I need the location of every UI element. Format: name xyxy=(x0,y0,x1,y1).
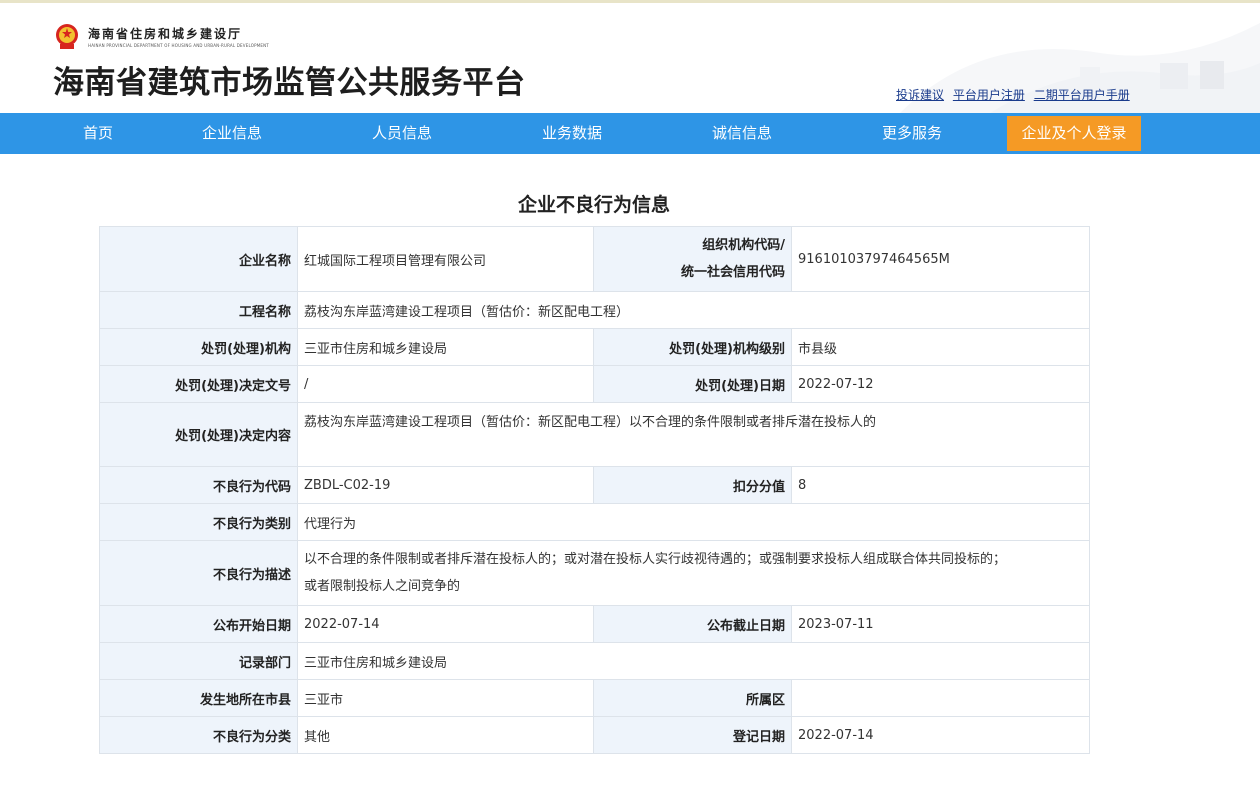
nav-enterprise-info[interactable]: 企业信息 xyxy=(188,113,276,154)
decision-content-label: 处罚(处理)决定内容 xyxy=(99,402,298,467)
nav-more-services[interactable]: 更多服务 xyxy=(868,113,956,154)
city-value: 三亚市 xyxy=(297,679,594,717)
site-header: 海南省住房和城乡建设厅 HAINAN PROVINCIAL DEPARTMENT… xyxy=(0,3,1260,113)
behavior-code-label: 不良行为代码 xyxy=(99,466,298,504)
project-name-label: 工程名称 xyxy=(99,291,298,329)
deduct-points-label: 扣分分值 xyxy=(593,466,792,504)
table-row: 工程名称 荔枝沟东岸蓝湾建设工程项目（暂估价：新区配电工程） xyxy=(99,291,1090,329)
table-row: 不良行为分类 其他 登记日期 2022-07-14 xyxy=(99,716,1090,754)
nav-business-data[interactable]: 业务数据 xyxy=(528,113,616,154)
nav-home[interactable]: 首页 xyxy=(70,113,126,154)
record-dept-value: 三亚市住房和城乡建设局 xyxy=(297,642,1090,680)
page-title: 企业不良行为信息 xyxy=(517,194,670,216)
record-dept-label: 记录部门 xyxy=(99,642,298,680)
user-register-link[interactable]: 平台用户注册 xyxy=(953,88,1025,102)
behavior-desc-line1: 以不合理的条件限制或者排斥潜在投标人的；或对潜在投标人实行歧视待遇的；或强制要求… xyxy=(304,552,1007,567)
punish-org-label: 处罚(处理)机构 xyxy=(99,328,298,366)
punish-date-label: 处罚(处理)日期 xyxy=(593,365,792,403)
publish-end-label: 公布截止日期 xyxy=(593,605,792,643)
department-name: 海南省住房和城乡建设厅 xyxy=(88,27,243,41)
table-row: 记录部门 三亚市住房和城乡建设局 xyxy=(99,642,1090,680)
behavior-code-value: ZBDL-C02-19 xyxy=(297,466,594,504)
register-date-value: 2022-07-14 xyxy=(791,716,1090,754)
org-code-label-line2: 统一社会信用代码 xyxy=(680,265,785,280)
punish-org-level-label: 处罚(处理)机构级别 xyxy=(593,328,792,366)
project-name-value: 荔枝沟东岸蓝湾建设工程项目（暂估价：新区配电工程） xyxy=(297,291,1090,329)
behavior-class-label: 不良行为分类 xyxy=(99,716,298,754)
org-code-label: 组织机构代码/ 统一社会信用代码 xyxy=(593,226,792,292)
decision-no-value: / xyxy=(297,365,594,403)
publish-start-value: 2022-07-14 xyxy=(297,605,594,643)
site-title: 海南省建筑市场监管公共服务平台 xyxy=(53,65,526,101)
punish-org-level-value: 市县级 xyxy=(791,328,1090,366)
table-row: 处罚(处理)机构 三亚市住房和城乡建设局 处罚(处理)机构级别 市县级 xyxy=(99,328,1090,366)
bad-behavior-table: 企业名称 红城国际工程项目管理有限公司 组织机构代码/ 统一社会信用代码 916… xyxy=(99,226,1090,754)
publish-start-label: 公布开始日期 xyxy=(99,605,298,643)
behavior-desc-line2: 或者限制投标人之间竞争的 xyxy=(304,579,461,594)
publish-end-value: 2023-07-11 xyxy=(791,605,1090,643)
user-manual-link[interactable]: 二期平台用户手册 xyxy=(1034,88,1130,102)
department-name-en: HAINAN PROVINCIAL DEPARTMENT OF HOUSING … xyxy=(88,43,269,48)
table-row: 处罚(处理)决定内容 荔枝沟东岸蓝湾建设工程项目（暂估价：新区配电工程）以不合理… xyxy=(99,402,1090,467)
behavior-desc-label: 不良行为描述 xyxy=(99,540,298,606)
complaint-link[interactable]: 投诉建议 xyxy=(896,88,944,102)
district-label: 所属区 xyxy=(593,679,792,717)
national-emblem-icon xyxy=(56,24,78,49)
punish-date-value: 2022-07-12 xyxy=(791,365,1090,403)
behavior-desc-value: 以不合理的条件限制或者排斥潜在投标人的；或对潜在投标人实行歧视待遇的；或强制要求… xyxy=(297,540,1090,606)
table-row: 企业名称 红城国际工程项目管理有限公司 组织机构代码/ 统一社会信用代码 916… xyxy=(99,226,1090,292)
header-links: 投诉建议 平台用户注册 二期平台用户手册 xyxy=(896,86,1135,103)
deduct-points-value: 8 xyxy=(791,466,1090,504)
main-nav: 首页 企业信息 人员信息 业务数据 诚信信息 更多服务 企业及个人登录 xyxy=(0,113,1260,154)
nav-credit-info[interactable]: 诚信信息 xyxy=(698,113,786,154)
org-code-label-line1: 组织机构代码/ xyxy=(702,238,785,253)
table-row: 发生地所在市县 三亚市 所属区 xyxy=(99,679,1090,717)
punish-org-value: 三亚市住房和城乡建设局 xyxy=(297,328,594,366)
register-date-label: 登记日期 xyxy=(593,716,792,754)
behavior-type-label: 不良行为类别 xyxy=(99,503,298,541)
company-name-label: 企业名称 xyxy=(99,226,298,292)
table-row: 不良行为代码 ZBDL-C02-19 扣分分值 8 xyxy=(99,466,1090,504)
decision-content-value: 荔枝沟东岸蓝湾建设工程项目（暂估价：新区配电工程）以不合理的条件限制或者排斥潜在… xyxy=(297,402,1090,467)
table-row: 不良行为描述 以不合理的条件限制或者排斥潜在投标人的；或对潜在投标人实行歧视待遇… xyxy=(99,540,1090,606)
org-code-value: 91610103797464565M xyxy=(791,226,1090,292)
login-button[interactable]: 企业及个人登录 xyxy=(1007,116,1141,151)
district-value xyxy=(791,679,1090,717)
table-row: 公布开始日期 2022-07-14 公布截止日期 2023-07-11 xyxy=(99,605,1090,643)
city-label: 发生地所在市县 xyxy=(99,679,298,717)
behavior-type-value: 代理行为 xyxy=(297,503,1090,541)
decision-no-label: 处罚(处理)决定文号 xyxy=(99,365,298,403)
nav-personnel-info[interactable]: 人员信息 xyxy=(358,113,446,154)
table-row: 处罚(处理)决定文号 / 处罚(处理)日期 2022-07-12 xyxy=(99,365,1090,403)
table-row: 不良行为类别 代理行为 xyxy=(99,503,1090,541)
behavior-class-value: 其他 xyxy=(297,716,594,754)
company-name-value: 红城国际工程项目管理有限公司 xyxy=(297,226,594,292)
